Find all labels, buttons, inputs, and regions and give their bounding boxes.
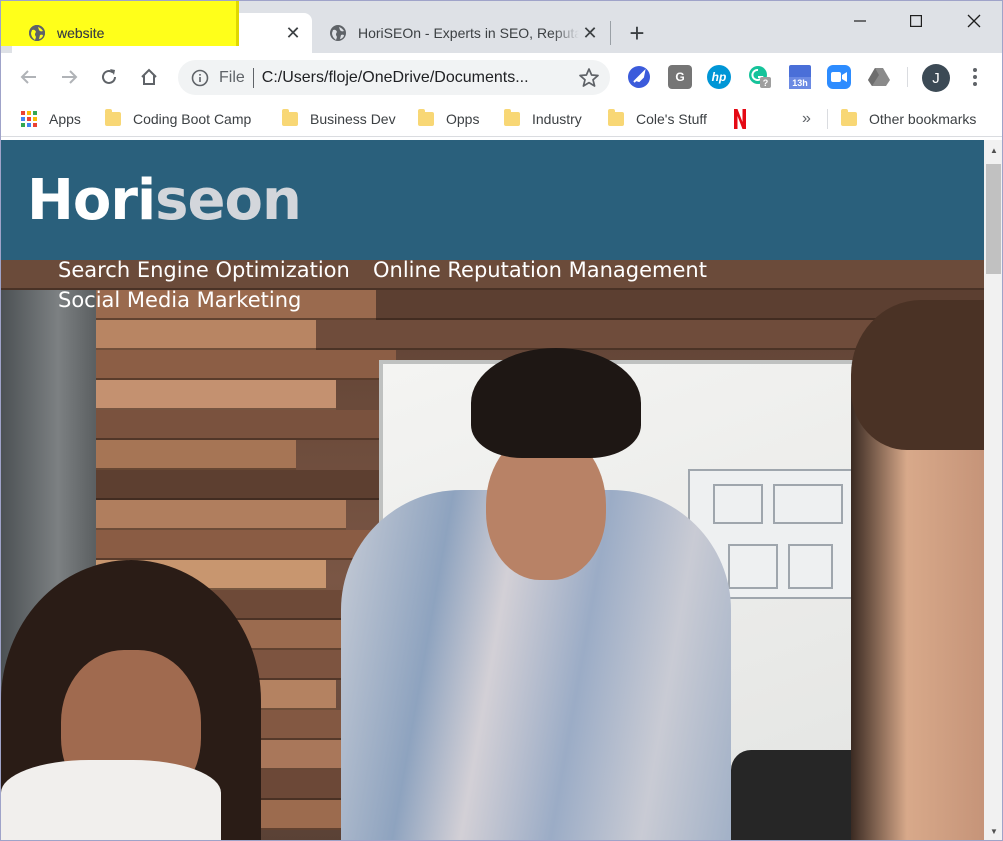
page-scrollbar[interactable]: ▲ ▼ xyxy=(984,140,1002,840)
hp-extension-icon[interactable]: hp xyxy=(707,65,731,89)
back-arrow-icon xyxy=(20,70,36,84)
tab-separator xyxy=(610,21,611,45)
zoom-extension-icon[interactable] xyxy=(827,65,851,89)
svg-text:?: ? xyxy=(763,78,769,88)
folder-icon xyxy=(504,109,520,126)
reload-button[interactable] xyxy=(93,61,125,93)
bookmark-label: Industry xyxy=(532,111,582,127)
bookmark-other-bookmarks[interactable]: Other bookmarks xyxy=(841,107,976,131)
right-person-hair xyxy=(851,300,984,450)
tab-title: HoriSEOn - Experts in SEO, Reputation Ma… xyxy=(358,25,579,41)
nav-seo[interactable]: Search Engine Optimization xyxy=(58,260,350,282)
browser-toolbar: File C:/Users/floje/OneDrive/Documents..… xyxy=(1,53,1002,101)
bookmark-label: Cole's Stuff xyxy=(636,111,707,127)
tab-close-icon[interactable]: ✕ xyxy=(282,22,304,44)
bookmark-apps[interactable]: Apps xyxy=(21,107,81,131)
minimize-icon xyxy=(854,20,866,22)
woman-shirt xyxy=(1,760,221,840)
bookmark-star-icon[interactable] xyxy=(578,67,600,89)
bookmarks-bar: Apps Coding Boot Camp Business Dev Opps … xyxy=(1,101,1002,137)
minimize-button[interactable] xyxy=(837,6,883,36)
new-tab-button[interactable]: + xyxy=(623,18,651,48)
grammarly-extension-icon[interactable]: ? xyxy=(748,65,772,89)
address-url[interactable]: C:/Users/floje/OneDrive/Documents... xyxy=(262,69,558,87)
site-header: Horiseon xyxy=(1,140,984,260)
calendar-extension-icon[interactable]: 13h xyxy=(787,63,813,91)
folder-icon xyxy=(282,109,298,126)
calendar-badge: 13h xyxy=(789,77,811,89)
reload-icon xyxy=(102,69,116,84)
home-button[interactable] xyxy=(133,61,165,93)
bookmark-industry[interactable]: Industry xyxy=(504,107,582,131)
bookmarks-overflow-button[interactable]: » xyxy=(802,107,811,131)
toolbar-separator xyxy=(907,67,908,87)
close-icon xyxy=(967,14,981,28)
back-button[interactable] xyxy=(13,61,45,93)
folder-icon xyxy=(418,109,434,126)
tab-horiseon[interactable]: HoriSEOn - Experts in SEO, Reputation Ma… xyxy=(313,13,609,53)
bookmark-opps[interactable]: Opps xyxy=(418,107,479,131)
tab-title: website xyxy=(57,25,105,41)
address-divider xyxy=(252,67,254,88)
bookmark-label: Business Dev xyxy=(310,111,396,127)
address-scheme: File xyxy=(219,68,245,86)
folder-icon xyxy=(841,109,857,126)
scroll-down-arrow-icon[interactable]: ▼ xyxy=(984,823,1002,840)
maximize-button[interactable] xyxy=(893,6,939,36)
man-hair xyxy=(471,348,641,458)
bookmark-coding-boot-camp[interactable]: Coding Boot Camp xyxy=(105,107,251,131)
more-menu-icon[interactable] xyxy=(963,65,987,89)
tab-close-icon[interactable]: ✕ xyxy=(579,22,601,44)
logo-accent-text: seon xyxy=(155,168,302,233)
address-bar[interactable]: File C:/Users/floje/OneDrive/Documents..… xyxy=(178,60,610,95)
bookmark-label: Opps xyxy=(446,111,480,127)
rocket-extension-icon[interactable] xyxy=(627,65,651,89)
home-icon xyxy=(141,68,157,85)
forward-arrow-icon xyxy=(62,70,78,84)
bookmark-business-dev[interactable]: Business Dev xyxy=(282,107,396,131)
browser-window: website ✕ website ✕ HoriSEOn - Experts i… xyxy=(0,0,1003,841)
bookmarks-separator xyxy=(827,109,828,129)
info-icon[interactable] xyxy=(191,69,209,87)
bookmark-label: Apps xyxy=(49,111,81,127)
bookmark-netflix[interactable] xyxy=(733,107,747,131)
forward-button[interactable] xyxy=(53,61,85,93)
page-viewport: Horiseon Search Engine Optimization Onli… xyxy=(1,140,984,840)
scroll-up-arrow-icon[interactable]: ▲ xyxy=(984,142,1002,159)
hero-image: Search Engine Optimization Online Reputa… xyxy=(1,260,984,840)
tab-strip: website ✕ website ✕ HoriSEOn - Experts i… xyxy=(1,1,1002,53)
g-extension-icon[interactable]: G xyxy=(668,65,692,89)
scroll-thumb[interactable] xyxy=(986,164,1001,274)
nav-reputation[interactable]: Online Reputation Management xyxy=(373,260,707,282)
globe-icon xyxy=(27,23,47,43)
nav-social-media[interactable]: Social Media Marketing xyxy=(58,288,301,312)
profile-avatar[interactable]: J xyxy=(922,64,950,92)
apps-grid-icon xyxy=(21,111,37,127)
close-window-button[interactable] xyxy=(951,6,997,36)
drive-extension-icon[interactable] xyxy=(867,65,891,89)
bookmark-label: Coding Boot Camp xyxy=(133,111,252,127)
bookmark-coles-stuff[interactable]: Cole's Stuff xyxy=(608,107,707,131)
folder-icon xyxy=(105,109,121,126)
maximize-icon xyxy=(910,15,922,27)
folder-icon xyxy=(608,109,624,126)
globe-icon xyxy=(328,23,348,43)
netflix-icon xyxy=(734,109,746,129)
logo-main-text: Hori xyxy=(27,168,156,233)
bookmark-label: Other bookmarks xyxy=(869,111,977,127)
site-logo[interactable]: Horiseon xyxy=(27,168,302,233)
